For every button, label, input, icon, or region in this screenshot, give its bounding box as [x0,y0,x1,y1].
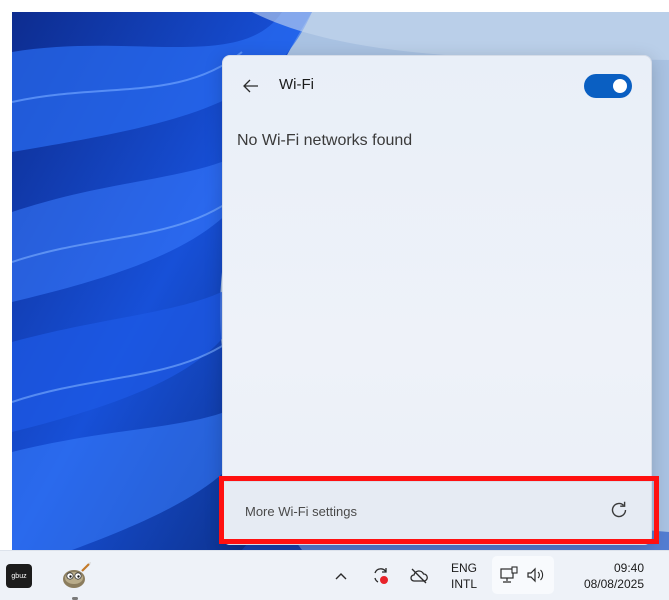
toggle-knob [613,79,627,93]
keyboard-layout: INTL [450,577,477,591]
wifi-flyout: Wi-Fi No Wi-Fi networks found More Wi-Fi… [222,55,652,545]
quick-settings-button[interactable] [492,556,554,594]
onedrive-status-icon[interactable] [408,565,430,587]
flyout-header: Wi-Fi [223,56,651,116]
clock-time: 09:40 [613,561,644,575]
network-ethernet-icon [500,566,518,583]
chevron-up-icon [335,573,347,580]
gimp-app-icon[interactable] [58,561,92,593]
flyout-title: Wi-Fi [279,76,314,93]
back-arrow-icon [243,79,258,93]
no-networks-message: No Wi-Fi networks found [237,132,413,149]
sync-error-icon [374,568,388,584]
cloud-off-icon [410,568,428,584]
taskbar: gbuz ENG INTL 09:40 08/08/2025 [0,550,669,600]
more-wifi-settings-link[interactable]: More Wi-Fi settings [245,504,357,519]
gimp-icon [63,562,91,588]
clock-date: 08/08/2025 [583,577,644,591]
back-button[interactable] [239,74,263,98]
sync-status-icon[interactable] [370,565,392,587]
show-hidden-icons-button[interactable] [332,567,350,585]
language-indicator[interactable]: ENG INTL [446,560,482,592]
language-code: ENG [450,561,477,575]
taskbar-app-label: gbuz [11,572,27,580]
volume-icon [527,567,544,583]
refresh-icon [611,501,627,518]
wifi-toggle[interactable] [584,74,632,98]
taskbar-app-icon[interactable]: gbuz [6,564,32,588]
flyout-footer: More Wi-Fi settings [223,481,651,544]
clock[interactable]: 09:40 08/08/2025 [562,560,644,592]
refresh-button[interactable] [607,498,631,522]
